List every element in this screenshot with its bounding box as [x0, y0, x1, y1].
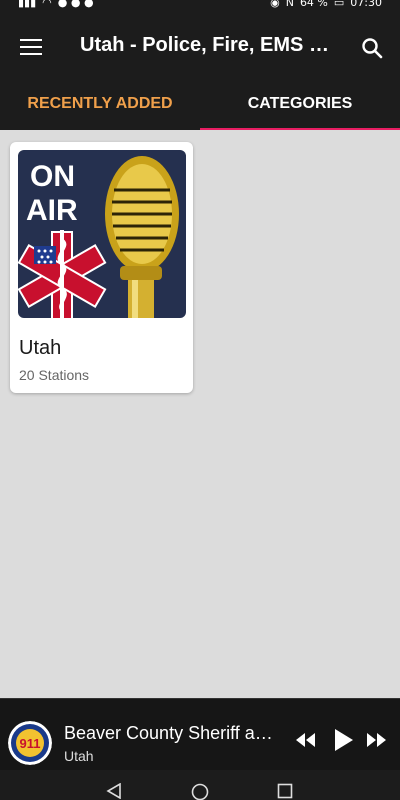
on-text: ON	[30, 160, 75, 193]
now-playing-subtitle: Utah	[64, 748, 94, 764]
eye-icon: ◉	[270, 0, 280, 9]
on-air-microphone-image: ON AIR	[18, 150, 186, 318]
nfc-icon: N	[285, 0, 294, 9]
recents-icon[interactable]	[277, 783, 293, 799]
notification-icons: ● ● ●	[57, 0, 94, 9]
air-text: AIR	[26, 194, 78, 227]
back-icon[interactable]	[106, 783, 122, 799]
play-icon[interactable]	[332, 728, 354, 752]
station-logo: 911	[8, 721, 52, 765]
status-bar: ▮▮▮ ◠ ● ● ● ◉ N 64 % ▭ 07:30	[0, 0, 400, 12]
tab-recently-added[interactable]: RECENTLY ADDED	[0, 80, 200, 130]
signal-icon: ▮▮▮	[18, 0, 37, 9]
hamburger-menu-icon[interactable]	[20, 39, 42, 55]
tab-categories[interactable]: CATEGORIES	[200, 80, 400, 132]
wifi-icon: ◠	[42, 0, 52, 9]
category-station-count: 20 Stations	[19, 367, 90, 383]
rewind-icon[interactable]	[294, 731, 316, 749]
search-icon[interactable]	[360, 36, 384, 60]
tab-bar: RECENTLY ADDED CATEGORIES	[0, 80, 400, 132]
battery-text: 64 %	[299, 0, 328, 9]
mini-player[interactable]: 911 Beaver County Sheriff and Fire Utah	[0, 698, 400, 770]
status-right: ◉ N 64 % ▭ 07:30	[270, 0, 382, 9]
home-icon[interactable]	[191, 783, 209, 800]
logo-911-text: 911	[20, 736, 41, 751]
category-card-utah[interactable]: ON AIR Utah 20 Stations	[10, 142, 193, 393]
fast-forward-icon[interactable]	[366, 731, 388, 749]
app-title: Utah - Police, Fire, EMS Radio	[80, 34, 330, 56]
clock: 07:30	[350, 0, 382, 9]
category-title: Utah	[19, 337, 62, 359]
categories-grid: ON AIR Utah 20 Stations	[0, 130, 400, 698]
system-nav-bar	[0, 770, 400, 800]
now-playing-title: Beaver County Sheriff and Fire	[64, 723, 280, 743]
category-image: ON AIR	[18, 150, 186, 318]
status-left-icons: ▮▮▮ ◠ ● ● ●	[18, 0, 94, 9]
app-bar: Utah - Police, Fire, EMS Radio	[0, 12, 400, 80]
battery-icon: ▭	[333, 0, 345, 9]
